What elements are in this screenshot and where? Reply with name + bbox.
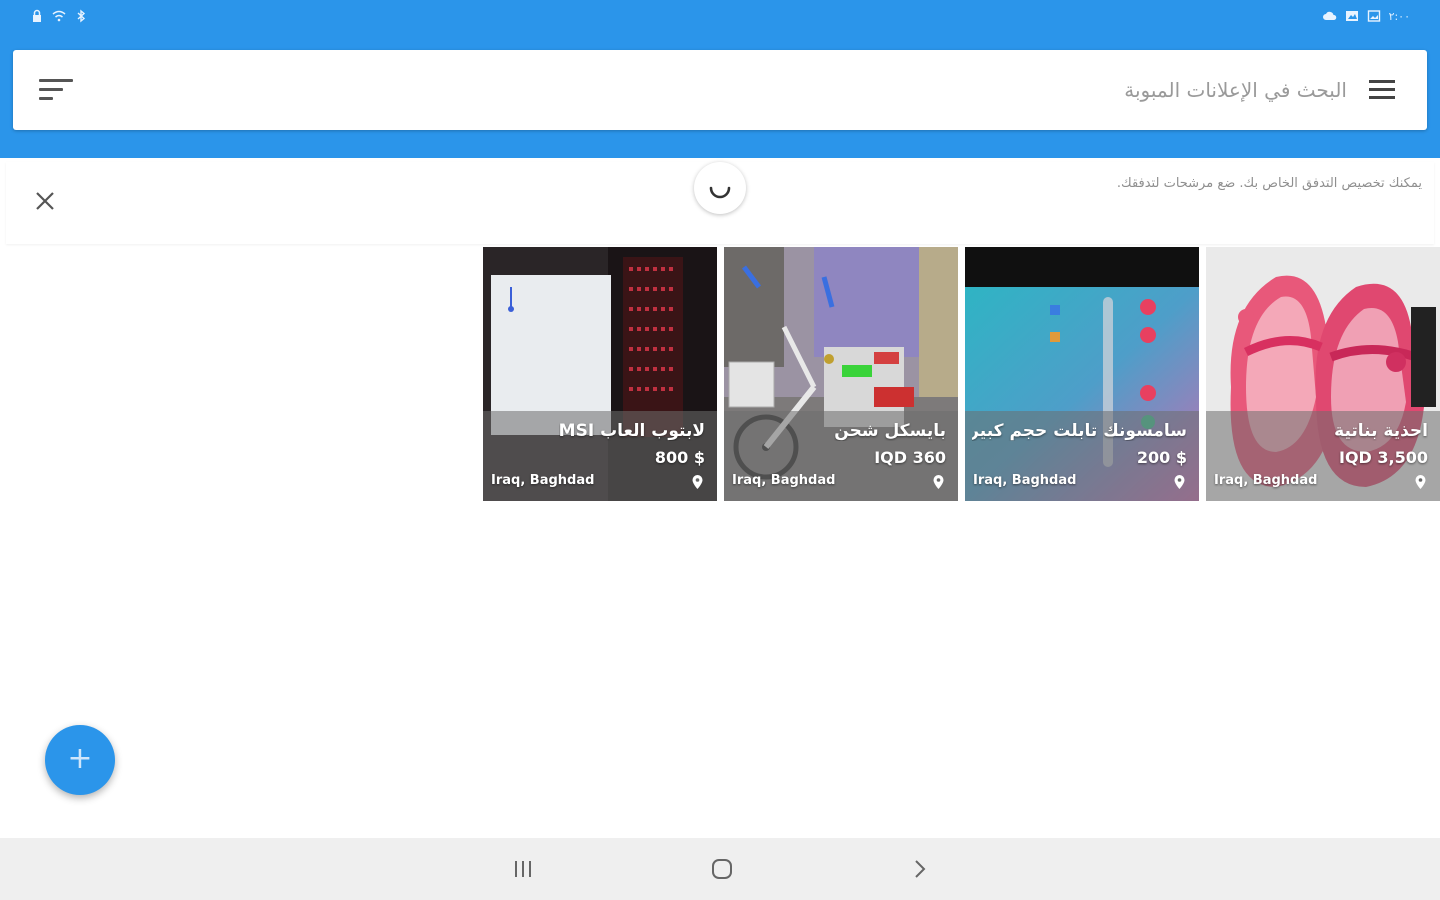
location-pin-icon <box>1415 475 1426 489</box>
search-bar <box>13 50 1427 130</box>
listing-card[interactable]: سامسونك تابلت حجم كبير 1... 200 $ Iraq, … <box>965 247 1199 501</box>
listing-location: Iraq, Baghdad <box>1214 473 1318 488</box>
listing-title: سامسونك تابلت حجم كبير 1... <box>972 421 1187 441</box>
system-nav-bar <box>0 838 1440 900</box>
status-time: ۲:۰۰ <box>1388 9 1410 23</box>
recent-apps-icon[interactable] <box>508 856 538 882</box>
add-listing-button[interactable]: + <box>45 725 115 795</box>
listing-price: 200 $ <box>1136 448 1187 467</box>
listing-location: Iraq, Baghdad <box>973 473 1077 488</box>
listing-price: 800 $ <box>654 448 705 467</box>
lock-icon <box>33 9 41 22</box>
plus-icon: + <box>67 741 93 776</box>
listing-price: IQD 360 <box>874 448 946 467</box>
location-pin-icon <box>1174 475 1185 489</box>
filter-sort-icon[interactable] <box>39 77 75 103</box>
close-icon[interactable] <box>33 189 57 213</box>
location-pin-icon <box>933 475 944 489</box>
search-input[interactable] <box>747 75 1347 105</box>
gallery-icon <box>1345 11 1358 21</box>
listing-price: IQD 3,500 <box>1338 448 1428 467</box>
location-pin-icon <box>692 475 703 489</box>
cloud-icon <box>1322 11 1336 20</box>
feed-notice-banner: يمكنك تخصيص التدفق الخاص بك. ضع مرشحات ل… <box>6 162 1434 244</box>
listing-card[interactable]: لابتوب العاب MSI 800 $ Iraq, Baghdad <box>483 247 717 501</box>
listing-location: Iraq, Baghdad <box>491 473 595 488</box>
image-icon <box>1367 10 1380 22</box>
spinner-icon <box>694 162 746 214</box>
listing-title: بايسكل شحن <box>834 421 946 441</box>
notice-text: يمكنك تخصيص التدفق الخاص بك. ضع مرشحات ل… <box>1116 176 1422 191</box>
listings-grid: لابتوب العاب MSI 800 $ Iraq, Baghdad باي… <box>483 247 1440 501</box>
wifi-icon <box>52 10 66 22</box>
bluetooth-icon <box>77 9 86 23</box>
status-bar: ۲:۰۰ <box>0 0 1440 34</box>
listing-location: Iraq, Baghdad <box>732 473 836 488</box>
listing-card[interactable]: احذية بناتية IQD 3,500 Iraq, Baghdad <box>1206 247 1440 501</box>
hamburger-menu-icon[interactable] <box>1369 80 1395 100</box>
home-icon[interactable] <box>707 856 737 882</box>
back-icon[interactable] <box>905 856 935 882</box>
listing-card[interactable]: بايسكل شحن IQD 360 Iraq, Baghdad <box>724 247 958 501</box>
listing-title: احذية بناتية <box>1334 421 1428 441</box>
listing-title: لابتوب العاب MSI <box>558 421 705 441</box>
